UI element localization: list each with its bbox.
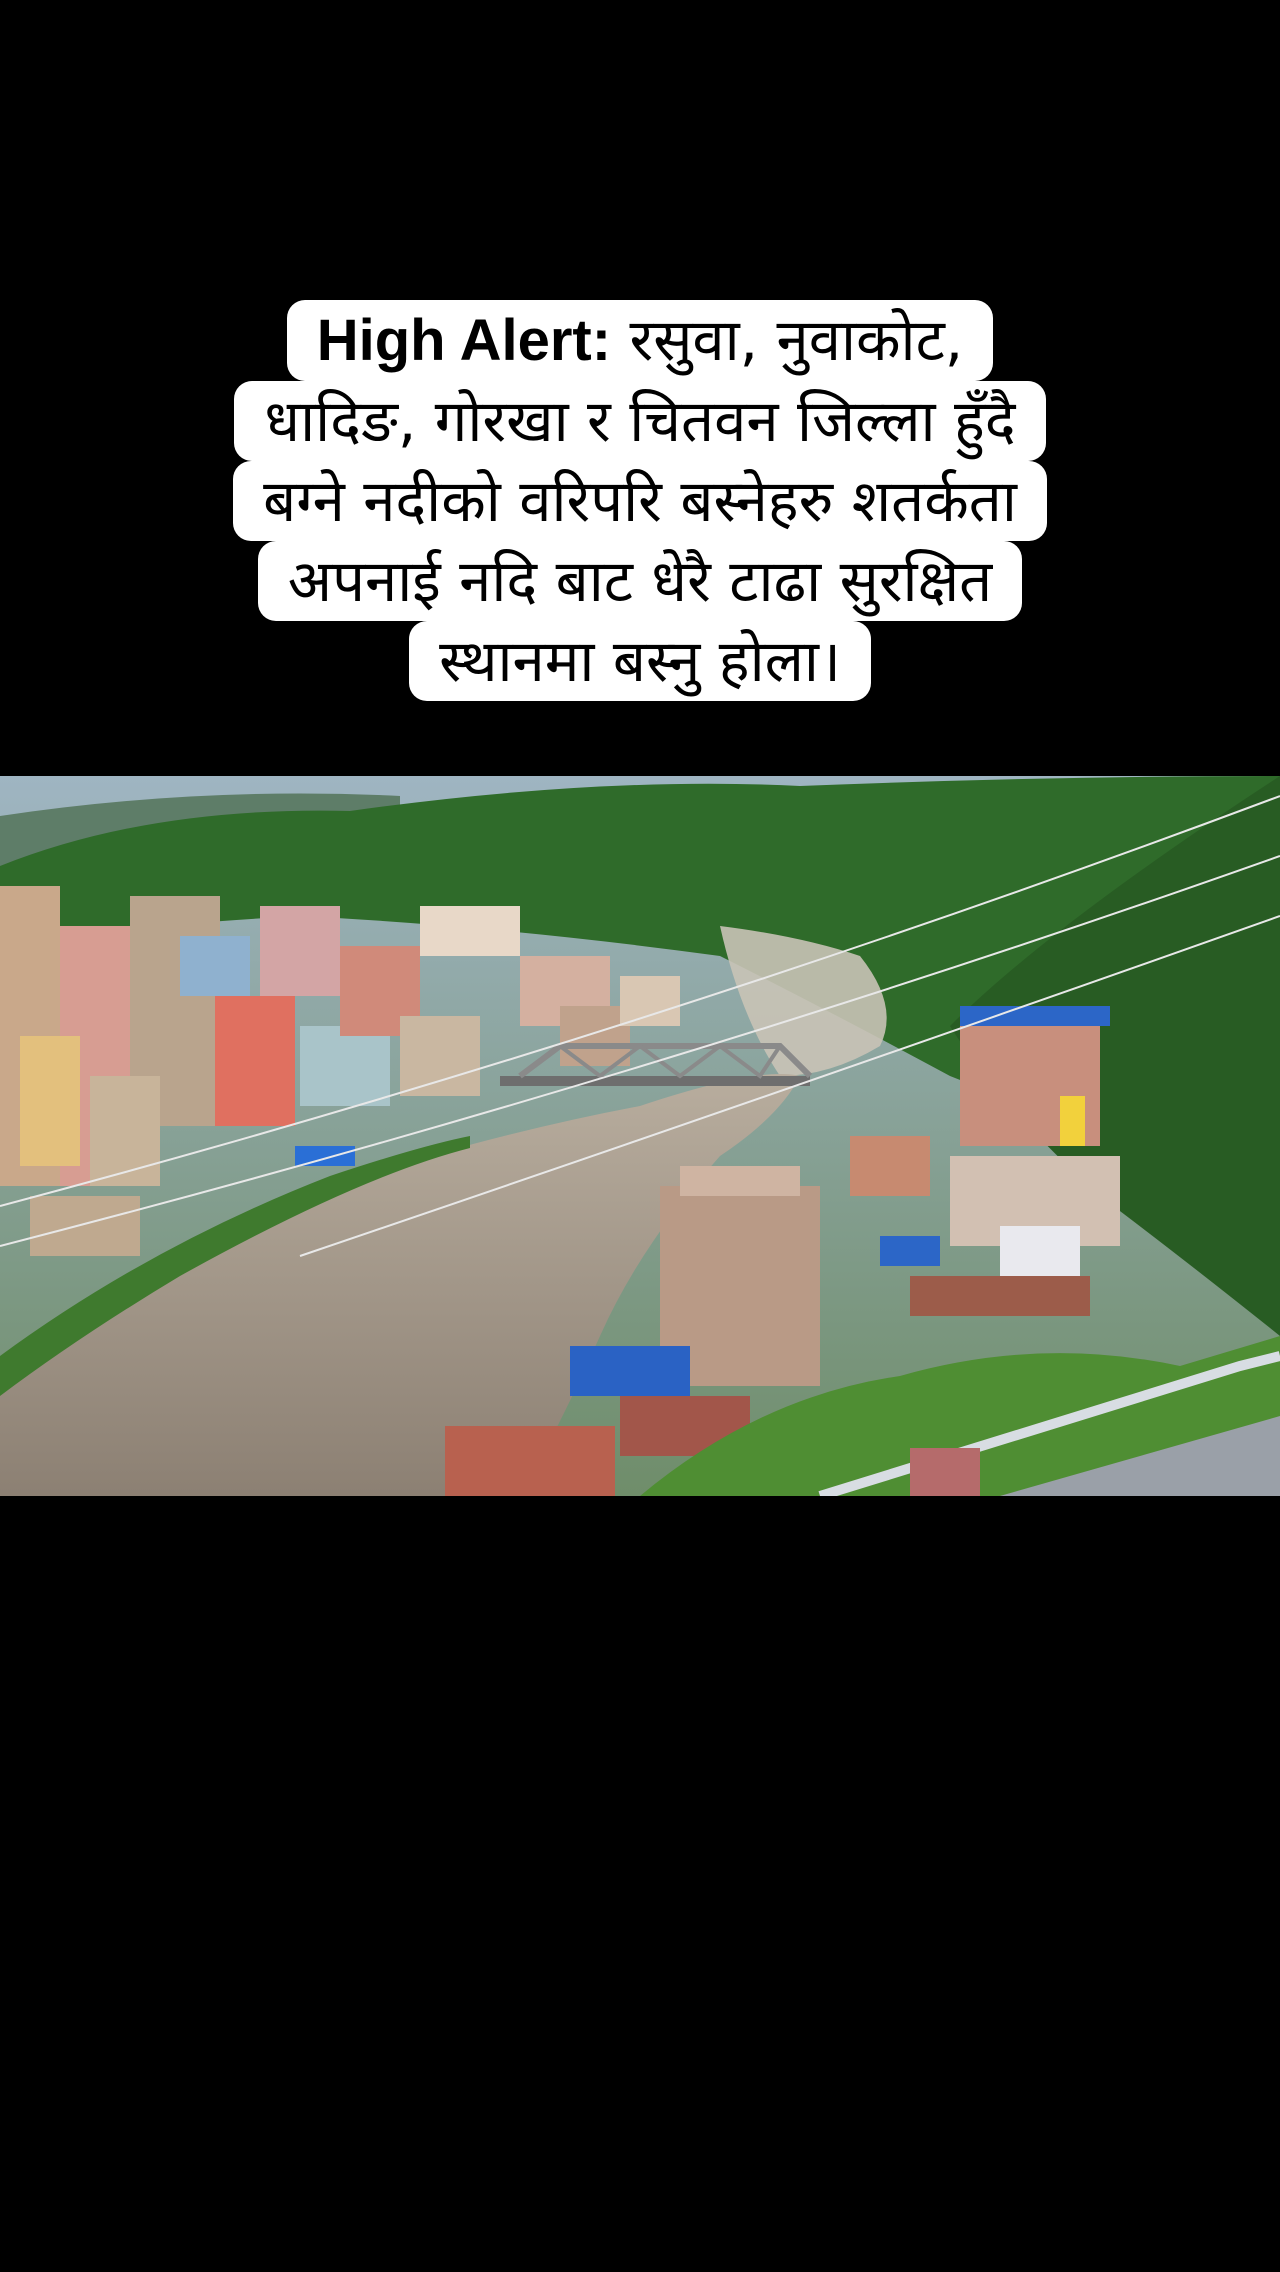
caption-line-2-text: धादिङ, गोरखा र चितवन जिल्ला हुँदै [264, 387, 1016, 455]
caption-line-3: बग्ने नदीको वरिपरि बस्नेहरु शतर्कता [233, 461, 1047, 541]
caption-line-4: अपनाई नदि बाट धेरै टाढा सुरक्षित [257, 541, 1023, 621]
caption-line-3-text: बग्ने नदीको वरिपरि बस्नेहरु शतर्कता [263, 467, 1017, 535]
caption-line-2: धादिङ, गोरखा र चितवन जिल्ला हुँदै [234, 381, 1046, 461]
river-town-illustration [0, 776, 1280, 1496]
caption-line-1: High Alert: रसुवा, नुवाकोट, [286, 300, 994, 381]
caption-line-5: स्थानमा बस्नु होला। [409, 621, 871, 701]
caption-line-4-text: अपनाई नदि बाट धेरै टाढा सुरक्षित [287, 547, 993, 615]
caption-line-1-text: रसुवा, नुवाकोट, [611, 306, 964, 374]
alert-caption: High Alert: रसुवा, नुवाकोट, धादिङ, गोरखा… [0, 300, 1280, 701]
river-town-photo [0, 776, 1280, 1496]
caption-alert-label: High Alert: [316, 308, 612, 373]
caption-line-5-text: स्थानमा बस्नु होला। [439, 627, 841, 695]
